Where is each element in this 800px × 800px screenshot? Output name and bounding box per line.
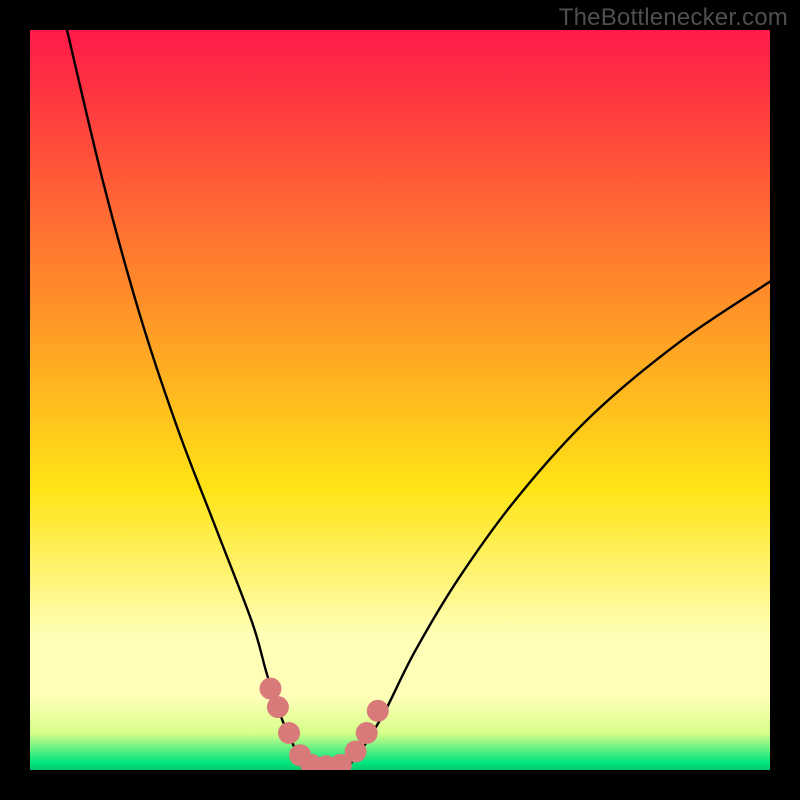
- marker-dot: [367, 700, 389, 722]
- plot-area: [30, 30, 770, 770]
- marker-dot: [278, 722, 300, 744]
- chart-svg: [30, 30, 770, 770]
- watermark-text: TheBottlenecker.com: [559, 4, 788, 32]
- outer-frame: TheBottlenecker.com: [0, 0, 800, 800]
- marker-dot: [267, 696, 289, 718]
- gradient-background: [30, 30, 770, 770]
- marker-dot: [345, 741, 367, 763]
- marker-dot: [356, 722, 378, 744]
